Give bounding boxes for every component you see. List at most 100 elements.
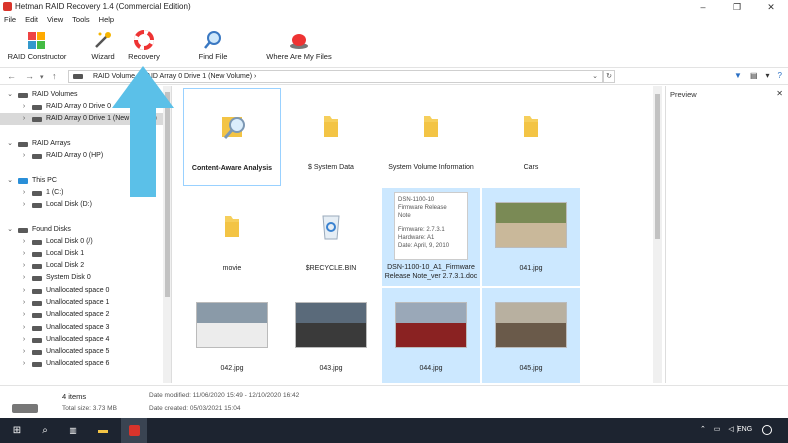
preview-title: Preview [670, 90, 697, 99]
drive-icon [32, 264, 42, 269]
clock-icon[interactable] [762, 425, 772, 435]
folder-icon [524, 116, 538, 137]
file-tile[interactable]: 045.jpg [482, 288, 580, 383]
file-tile[interactable]: movie [183, 188, 281, 286]
file-tile[interactable]: $ System Data [282, 88, 380, 186]
tree-item[interactable]: › System Disk 0 [0, 272, 163, 284]
task-view-icon[interactable]: ▥ [66, 424, 80, 437]
chevron-down-icon[interactable]: ⌄ [6, 175, 14, 187]
tree-item[interactable]: › Unallocated space 1 [0, 297, 163, 309]
dropdown-chevron-icon[interactable]: ⌄ [592, 71, 598, 82]
forward-icon[interactable]: → [25, 71, 34, 81]
menu-tools[interactable]: Tools [72, 14, 90, 26]
chevron-right-icon[interactable]: › [20, 358, 28, 370]
preview-close-icon[interactable]: ✕ [776, 89, 783, 98]
search-icon[interactable]: ⌕ [38, 424, 52, 437]
chevron-right-icon[interactable]: › [20, 260, 28, 272]
file-tile[interactable]: Content-Aware Analysis [183, 88, 281, 186]
chevron-right-icon[interactable]: › [20, 297, 28, 309]
lifebuoy-icon [134, 30, 154, 50]
pc-icon [18, 178, 28, 184]
history-chevron-icon[interactable]: ▾ [40, 73, 44, 81]
file-tile[interactable]: DSN-1100-10 Firmware Release Note Firmware:… [382, 188, 480, 286]
maximize-button[interactable]: ❐ [720, 0, 754, 14]
start-icon[interactable]: ⊞ [10, 424, 24, 437]
file-name: 045.jpg [519, 365, 543, 372]
explorer-icon[interactable]: ▬ [96, 424, 110, 437]
chevron-right-icon[interactable]: › [20, 322, 28, 334]
file-tile[interactable]: Cars [482, 88, 580, 186]
find-file-button[interactable]: Find File [193, 27, 233, 65]
file-tile[interactable]: 041.jpg [482, 188, 580, 286]
raid-constructor-button[interactable]: RAID Constructor [2, 27, 72, 65]
file-tile[interactable]: 044.jpg [382, 288, 480, 383]
alarm-button-icon [290, 34, 308, 49]
tree-item[interactable]: › Unallocated space 3 [0, 322, 163, 334]
raid-recovery-task-icon[interactable] [121, 418, 147, 443]
tree-item[interactable]: › Unallocated space 4 [0, 334, 163, 346]
wizard-button[interactable]: Wizard [86, 27, 120, 65]
close-button[interactable]: ✕ [754, 0, 788, 14]
file-tile[interactable]: $RECYCLE.BIN [282, 188, 380, 286]
chevron-right-icon[interactable]: › [20, 334, 28, 346]
help-icon[interactable]: ? [778, 71, 782, 80]
chevron-right-icon[interactable]: › [20, 248, 28, 260]
chevron-right-icon[interactable]: › [20, 236, 28, 248]
photo-thumbnail [395, 302, 467, 348]
menu-help[interactable]: Help [99, 14, 114, 26]
language-indicator[interactable]: ENG [737, 426, 752, 433]
chevron-down-icon[interactable]: ⌄ [6, 138, 14, 150]
system-tray-icons[interactable]: ⌃ ▭ ◁) [700, 425, 742, 433]
chevron-right-icon[interactable]: › [20, 272, 28, 284]
chevron-right-icon[interactable]: › [20, 101, 28, 113]
chevron-down-icon[interactable]: ⌄ [6, 89, 14, 101]
chevron-right-icon[interactable]: › [20, 309, 28, 321]
file-name: movie [222, 265, 242, 272]
tree-item-label: System Disk 0 [46, 274, 91, 281]
file-tile[interactable]: 042.jpg [183, 288, 281, 383]
tree-item[interactable]: › Unallocated space 2 [0, 309, 163, 321]
chevron-right-icon[interactable]: › [20, 346, 28, 358]
tree-item[interactable]: › Local Disk 0 (/) [0, 236, 163, 248]
chevron-down-icon[interactable]: ⌄ [6, 224, 14, 236]
status-bar: 4 items Total size: 3.73 MB Date modifie… [0, 385, 788, 417]
menu-view[interactable]: View [47, 14, 63, 26]
recovery-button[interactable]: Recovery [124, 27, 164, 65]
menu-edit[interactable]: Edit [25, 14, 38, 26]
tree-item-label: Local Disk 0 (/) [46, 238, 93, 245]
filter-icon[interactable]: ▼ [734, 71, 742, 80]
file-grid: Content-Aware Analysis $ System Data Syste… [175, 86, 653, 383]
puzzle-icon [28, 32, 45, 49]
up-icon[interactable]: ↑ [52, 71, 57, 81]
chevron-right-icon[interactable]: › [20, 113, 28, 125]
file-tile[interactable]: 043.jpg [282, 288, 380, 383]
minimize-button[interactable]: – [686, 0, 720, 14]
back-icon[interactable]: ← [7, 71, 16, 81]
file-grid-scrollbar[interactable] [653, 86, 662, 383]
file-name: 041.jpg [519, 265, 543, 272]
tree-item-label: Local Disk 1 [46, 250, 85, 257]
tree-item[interactable]: › Unallocated space 0 [0, 285, 163, 297]
chevron-right-icon[interactable]: › [20, 187, 28, 199]
view-mode-icon[interactable]: ▤ [750, 71, 758, 80]
photo-thumbnail [295, 302, 367, 348]
chevron-right-icon[interactable]: › [20, 199, 28, 211]
refresh-icon[interactable]: ↻ [603, 70, 615, 83]
chevron-right-icon[interactable]: › [20, 150, 28, 162]
tree-item[interactable]: › Unallocated space 5 [0, 346, 163, 358]
tree-item[interactable]: › Unallocated space 6 [0, 358, 163, 370]
menu-file[interactable]: File [4, 14, 16, 26]
sort-icon[interactable]: ▾ [766, 71, 770, 80]
file-name: 042.jpg [220, 365, 244, 372]
tree-item[interactable]: › Local Disk 1 [0, 248, 163, 260]
tree-item[interactable]: ⌄ Found Disks [0, 224, 163, 236]
drive-icon [73, 74, 83, 79]
folder-icon [424, 116, 438, 137]
file-name: 043.jpg [319, 365, 343, 372]
where-are-my-files-button[interactable]: Where Are My Files [264, 27, 334, 65]
file-tile[interactable]: System Volume Information [382, 88, 480, 186]
chevron-right-icon[interactable]: › [20, 285, 28, 297]
drive-icon [32, 326, 42, 331]
tree-item[interactable]: › Local Disk 2 [0, 260, 163, 272]
tree-item[interactable]: › Local Disk (D:) [0, 199, 163, 211]
